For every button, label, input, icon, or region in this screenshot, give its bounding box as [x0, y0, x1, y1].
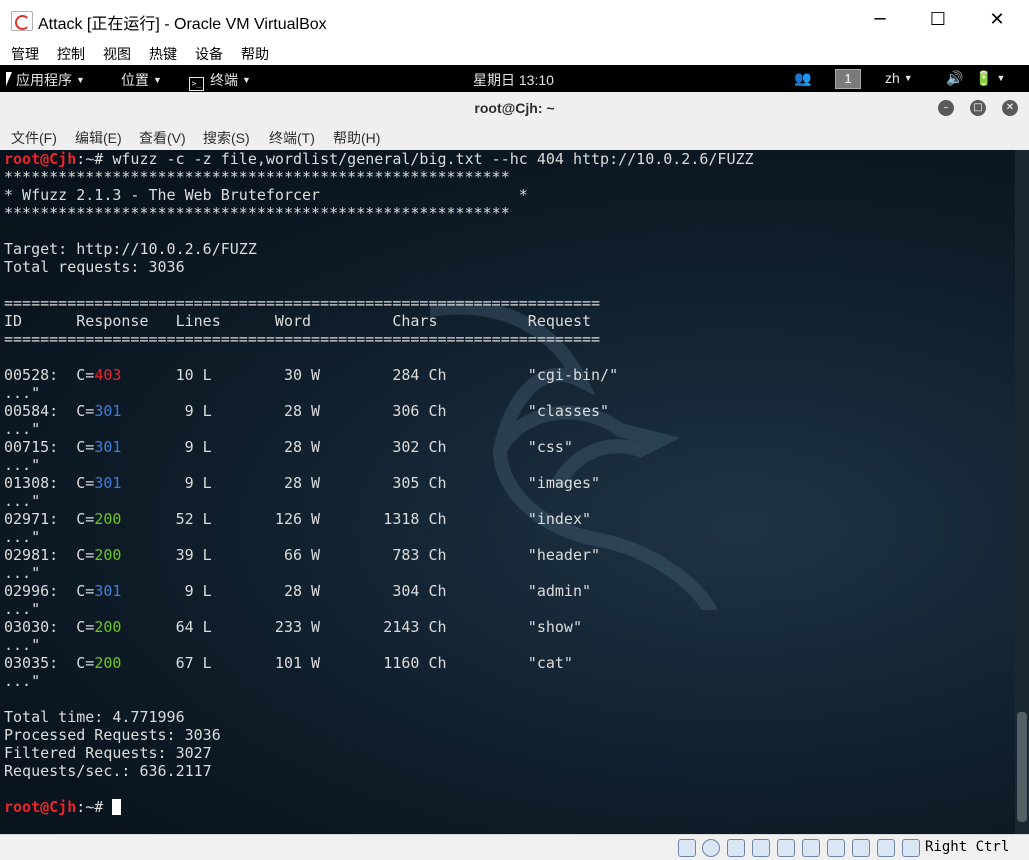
vt-x-icon[interactable] — [877, 839, 895, 857]
terminal-maximize-button[interactable]: □ — [970, 100, 986, 116]
virtualbox-statusbar: Right Ctrl — [0, 834, 1029, 860]
optical-drive-icon[interactable] — [702, 839, 720, 857]
host-key-label: Right Ctrl — [925, 839, 1010, 855]
terminal-menu-view[interactable]: 查看(V) — [139, 128, 186, 148]
prompt-user: root@Cjh — [4, 798, 77, 816]
terminal-title-bar: root@Cjh: ~ – □ ✕ — [0, 92, 1029, 125]
shared-folders-icon[interactable] — [802, 839, 820, 857]
audio-icon[interactable] — [727, 839, 745, 857]
places-menu[interactable]: 位置 ▼ — [121, 70, 162, 90]
workspace-indicator[interactable]: 1 — [835, 69, 861, 89]
terminal-app-menu[interactable]: >_ 终端 ▼ — [189, 70, 251, 91]
terminal-menu-edit[interactable]: 编辑(E) — [75, 128, 122, 148]
terminal-icon: >_ — [189, 77, 204, 91]
terminal-menu-help[interactable]: 帮助(H) — [333, 128, 380, 148]
maximize-button[interactable]: ☐ — [909, 0, 967, 40]
terminal-menu-terminal[interactable]: 终端(T) — [269, 128, 315, 148]
language-label: zh — [885, 70, 900, 86]
host-window-title: Attack [正在运行] - Oracle VM VirtualBox — [38, 16, 327, 33]
terminal-output[interactable]: root@Cjh:~# wfuzz -c -z file,wordlist/ge… — [0, 150, 1029, 834]
terminal-minimize-button[interactable]: – — [938, 100, 954, 116]
applications-label: 应用程序 — [16, 72, 72, 88]
menu-manage[interactable]: 管理 — [11, 44, 39, 64]
menu-help[interactable]: 帮助 — [241, 44, 269, 64]
terminal-menu-search[interactable]: 搜索(S) — [203, 128, 250, 148]
hard-disk-icon[interactable] — [678, 839, 696, 857]
usb-icon[interactable] — [777, 839, 795, 857]
terminal-text: root@Cjh:~# wfuzz -c -z file,wordlist/ge… — [4, 150, 754, 816]
menu-view[interactable]: 视图 — [103, 44, 131, 64]
mouse-pointer-icon — [6, 72, 18, 86]
prompt-user: root@Cjh — [4, 150, 77, 168]
minimize-button[interactable]: ─ — [851, 0, 909, 40]
terminal-menu-file[interactable]: 文件(F) — [11, 128, 57, 148]
users-icon: 👥 — [794, 70, 812, 86]
chevron-down-icon: ▼ — [76, 75, 85, 85]
applications-menu[interactable]: 应用程序 ▼ — [16, 70, 85, 90]
scrollbar-thumb[interactable] — [1017, 712, 1027, 822]
language-indicator[interactable]: zh ▼ — [885, 70, 913, 86]
host-title-bar: Attack [正在运行] - Oracle VM VirtualBox ─ ☐… — [0, 0, 1029, 40]
gnome-top-panel: 应用程序 ▼ 位置 ▼ >_ 终端 ▼ 星期日 13:10 👥 1 zh ▼ 🔊 🔋 ▼ — [0, 65, 1029, 92]
terminal-menubar: 文件(F) 编辑(E) 查看(V) 搜索(S) 终端(T) 帮助(H) — [0, 124, 1029, 150]
terminal-app-label: 终端 — [210, 72, 238, 88]
host-menubar: 管理 控制 视图 热键 设备 帮助 — [0, 40, 1029, 65]
cursor-block — [112, 799, 122, 815]
volume-icon[interactable]: 🔊 — [946, 70, 963, 87]
chevron-down-icon: ▼ — [996, 73, 1006, 83]
clock[interactable]: 星期日 13:10 — [473, 70, 554, 90]
menu-hotkeys[interactable]: 热键 — [149, 44, 177, 64]
video-capture-icon[interactable] — [852, 839, 870, 857]
menu-control[interactable]: 控制 — [57, 44, 85, 64]
menu-devices[interactable]: 设备 — [195, 44, 223, 64]
places-label: 位置 — [121, 72, 149, 88]
terminal-close-button[interactable]: ✕ — [1002, 100, 1018, 116]
chevron-down-icon: ▼ — [903, 73, 913, 83]
mouse-integration-icon[interactable] — [902, 839, 920, 857]
display-icon[interactable] — [827, 839, 845, 857]
virtualbox-app-icon — [11, 11, 33, 31]
terminal-window-title: root@Cjh: ~ — [474, 100, 555, 116]
close-button[interactable]: ✕ — [968, 0, 1026, 40]
chevron-down-icon: ▼ — [242, 75, 251, 85]
power-icon[interactable]: 🔋 ▼ — [975, 70, 1005, 87]
network-icon[interactable] — [752, 839, 770, 857]
chevron-down-icon: ▼ — [153, 75, 162, 85]
